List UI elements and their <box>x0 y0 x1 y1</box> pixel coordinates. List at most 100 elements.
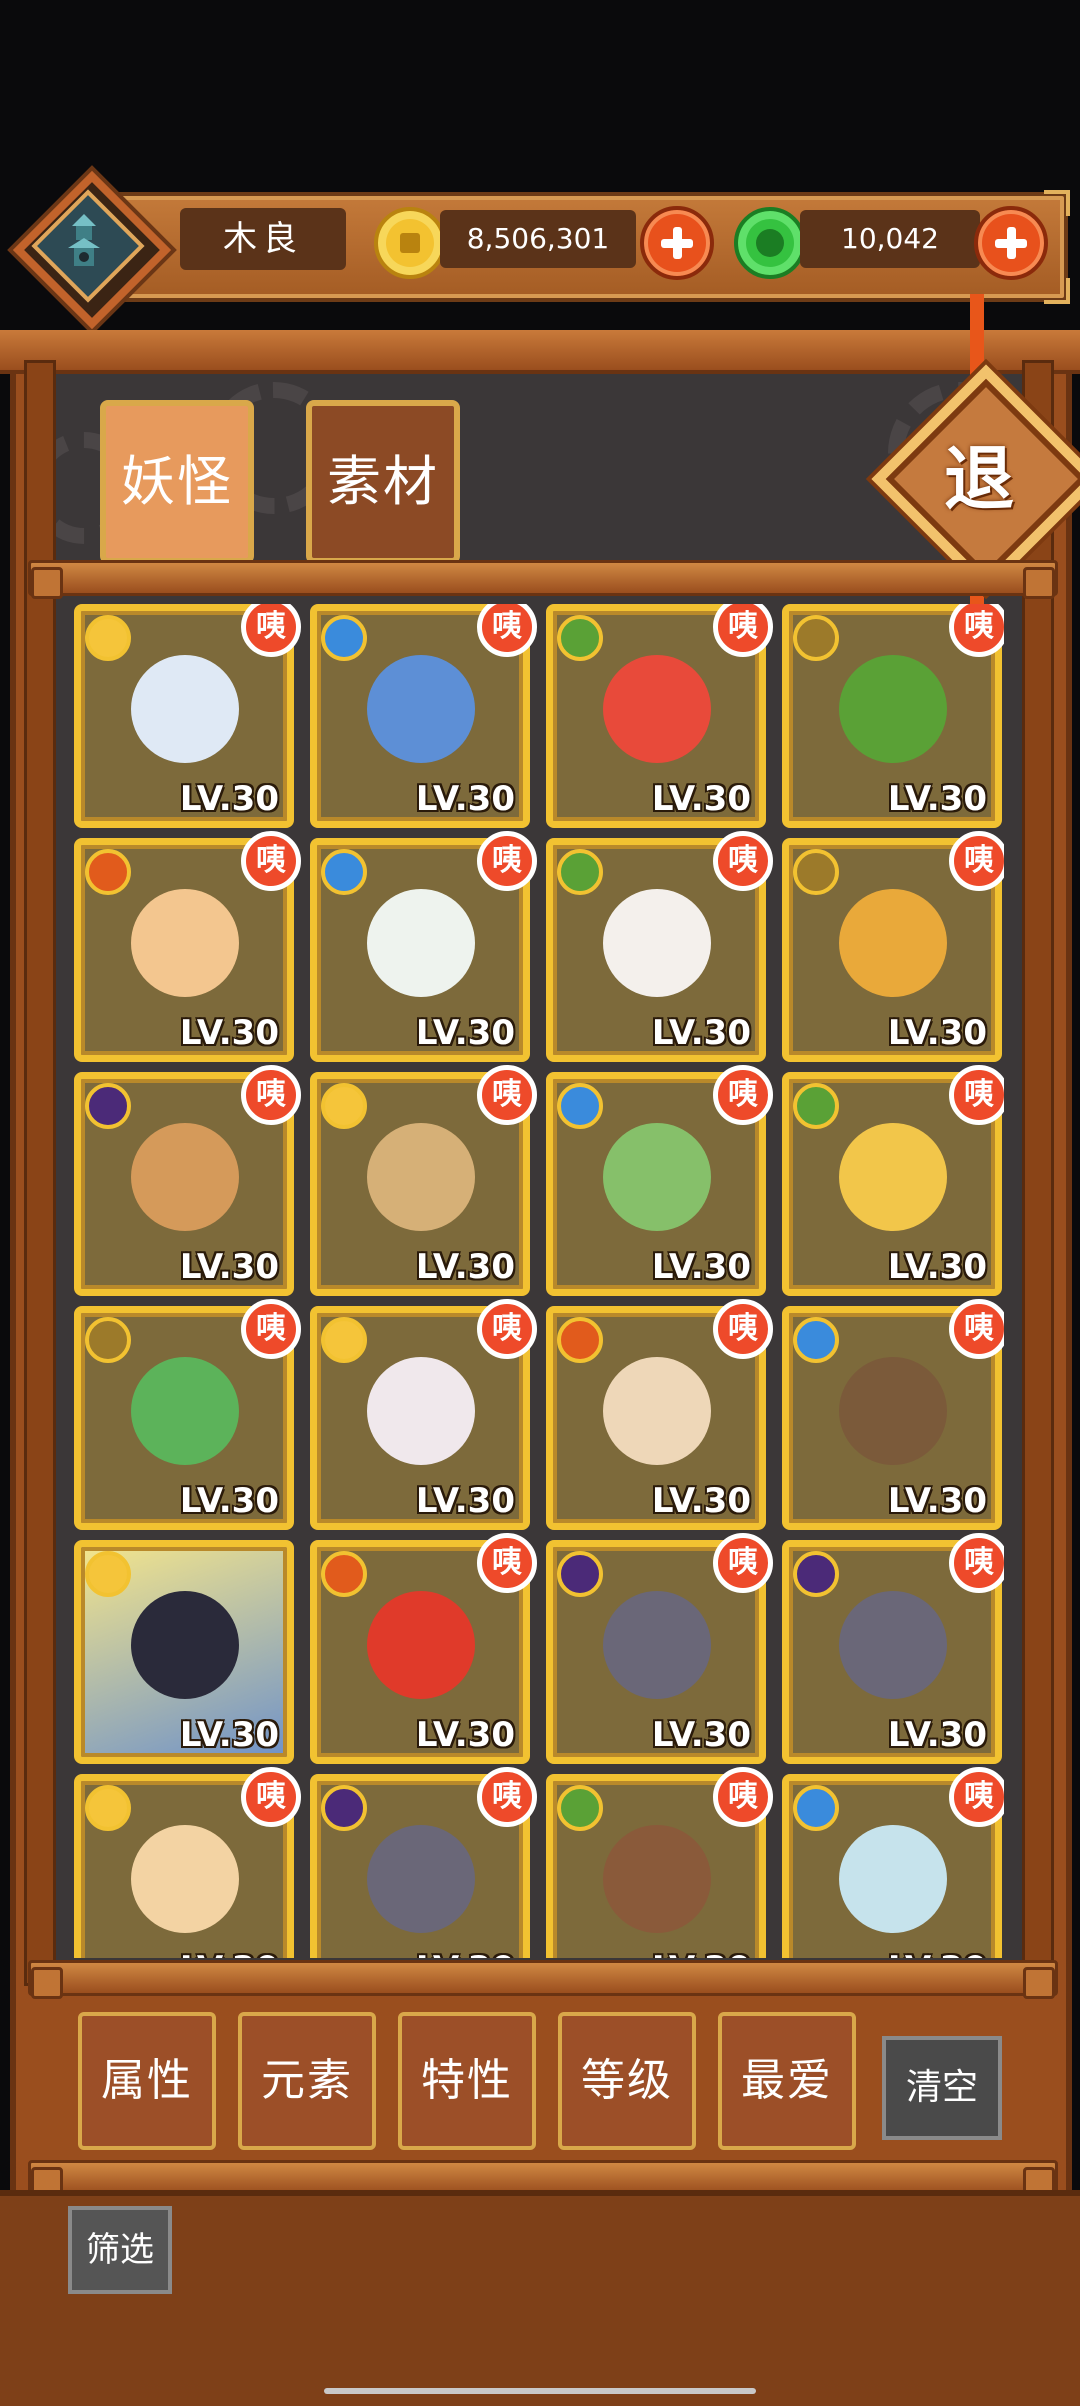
monster-card[interactable]: 咦 LV.30 <box>782 1533 1004 1764</box>
monster-card[interactable]: 咦 LV.30 <box>546 1533 773 1764</box>
monster-portrait <box>367 889 475 997</box>
level-label: LV.30 <box>179 1247 279 1287</box>
monster-card[interactable]: 咦 LV.30 <box>310 831 537 1062</box>
monster-portrait <box>367 655 475 763</box>
filter-button[interactable]: 筛选 <box>68 2206 172 2294</box>
wood-element-icon <box>557 849 603 895</box>
monster-portrait <box>367 1591 475 1699</box>
level-label: LV.30 <box>415 1715 515 1755</box>
monster-card[interactable]: 咦 LV.30 <box>782 831 1004 1062</box>
moon-element-icon <box>557 1551 603 1597</box>
wood-element-icon <box>793 1083 839 1129</box>
new-badge: 咦 <box>477 1065 537 1125</box>
level-label: LV.30 <box>180 1949 279 1958</box>
sort-by-favorite-button[interactable]: 最爱 <box>718 2012 856 2150</box>
tab-materials[interactable]: 素材 <box>306 400 460 564</box>
monster-card[interactable]: 咦 LV.30 <box>546 1767 773 1958</box>
player-name: 木良 <box>180 208 346 270</box>
tab-monsters[interactable]: 妖怪 <box>100 400 254 564</box>
monster-card[interactable]: 咦 LV.30 <box>310 1299 537 1530</box>
level-label: LV.30 <box>887 1247 987 1287</box>
sun-element-icon <box>85 1785 131 1831</box>
monster-card[interactable]: 咦 LV.30 <box>310 1767 537 1958</box>
bar-corner <box>1044 190 1070 216</box>
new-badge: 咦 <box>241 1065 301 1125</box>
monster-card[interactable]: 咦 LV.30 <box>310 1065 537 1296</box>
monster-card[interactable]: 咦 LV.30 <box>782 604 1004 828</box>
new-badge: 咦 <box>713 831 773 891</box>
wood-element-icon <box>557 615 603 661</box>
jade-amount: 10,042 <box>800 210 980 268</box>
level-label: LV.30 <box>179 779 279 819</box>
water-element-icon <box>793 1317 839 1363</box>
gold-coin-icon <box>374 207 446 279</box>
monster-card[interactable]: 咦 LV.30 <box>310 1533 537 1764</box>
bar-corner <box>1044 278 1070 304</box>
water-element-icon <box>793 1785 839 1831</box>
monster-card[interactable]: 咦 LV.30 <box>546 831 773 1062</box>
monster-grid: 咦 LV.30 咦 LV.30 咦 LV.30 咦 LV.30 咦 LV.30 咦 LV.30 咦 LV.… <box>74 604 1004 1958</box>
monster-card[interactable]: LV.30 <box>74 1540 294 1764</box>
sort-by-element-button[interactable]: 元素 <box>238 2012 376 2150</box>
monster-card[interactable]: 咦 LV.30 <box>74 1299 301 1530</box>
level-label: LV.30 <box>415 1013 515 1053</box>
monster-portrait <box>367 1825 475 1933</box>
earth-element-icon <box>793 615 839 661</box>
monster-portrait <box>603 1123 711 1231</box>
monster-card[interactable]: 咦 LV.30 <box>74 1767 301 1958</box>
level-label: LV.30 <box>651 1013 751 1053</box>
monster-portrait <box>839 1825 947 1933</box>
home-indicator[interactable] <box>324 2388 756 2394</box>
monster-card[interactable]: 咦 LV.30 <box>546 1299 773 1530</box>
monster-card[interactable]: 咦 LV.30 <box>546 1065 773 1296</box>
level-label: LV.30 <box>179 1481 279 1521</box>
clear-button[interactable]: 清空 <box>882 2036 1002 2140</box>
monster-portrait <box>367 1357 475 1465</box>
level-label: LV.30 <box>415 779 515 819</box>
level-label: LV.30 <box>179 1715 279 1755</box>
water-element-icon <box>321 615 367 661</box>
pagoda-icon <box>68 214 100 266</box>
monster-card[interactable]: 咦 LV.30 <box>310 604 537 828</box>
water-element-icon <box>557 1083 603 1129</box>
monster-card[interactable]: 咦 LV.30 <box>74 831 301 1062</box>
new-badge: 咦 <box>477 604 537 657</box>
monster-portrait <box>839 1357 947 1465</box>
new-badge: 咦 <box>949 604 1004 657</box>
bolt <box>31 567 63 599</box>
level-label: LV.30 <box>651 1715 751 1755</box>
monster-card[interactable]: 咦 LV.30 <box>782 1065 1004 1296</box>
level-label: LV.30 <box>179 1013 279 1053</box>
monster-card[interactable]: 咦 LV.30 <box>546 604 773 828</box>
monster-portrait <box>131 1825 239 1933</box>
exit-label[interactable]: 退 <box>920 420 1038 538</box>
monster-portrait <box>603 889 711 997</box>
monster-card[interactable]: 咦 LV.30 <box>74 604 301 828</box>
new-badge: 咦 <box>949 1065 1004 1125</box>
level-label: LV.30 <box>888 1949 987 1958</box>
add-jade-button[interactable] <box>974 206 1048 280</box>
cabinet-top-beam <box>0 330 1080 374</box>
monster-card[interactable]: 咦 LV.30 <box>74 1065 301 1296</box>
fire-element-icon <box>321 1551 367 1597</box>
wood-element-icon <box>557 1785 603 1831</box>
sort-by-level-button[interactable]: 等级 <box>558 2012 696 2150</box>
sort-by-trait-button[interactable]: 特性 <box>398 2012 536 2150</box>
monster-card[interactable]: 咦 LV.30 <box>782 1767 1004 1958</box>
monster-portrait <box>603 1591 711 1699</box>
new-badge: 咦 <box>241 1299 301 1359</box>
new-badge: 咦 <box>713 1533 773 1593</box>
new-badge: 咦 <box>477 1767 537 1827</box>
new-badge: 咦 <box>949 1533 1004 1593</box>
cabinet-post <box>1022 360 1054 1986</box>
shelf-divider <box>28 560 1058 599</box>
add-gold-button[interactable] <box>640 206 714 280</box>
player-avatar[interactable] <box>12 170 172 330</box>
level-label: LV.30 <box>651 1481 751 1521</box>
monster-portrait <box>131 1357 239 1465</box>
level-label: LV.30 <box>887 1715 987 1755</box>
jade-icon <box>734 207 806 279</box>
bolt <box>1023 567 1055 599</box>
monster-card[interactable]: 咦 LV.30 <box>782 1299 1004 1530</box>
sort-by-attribute-button[interactable]: 属性 <box>78 2012 216 2150</box>
